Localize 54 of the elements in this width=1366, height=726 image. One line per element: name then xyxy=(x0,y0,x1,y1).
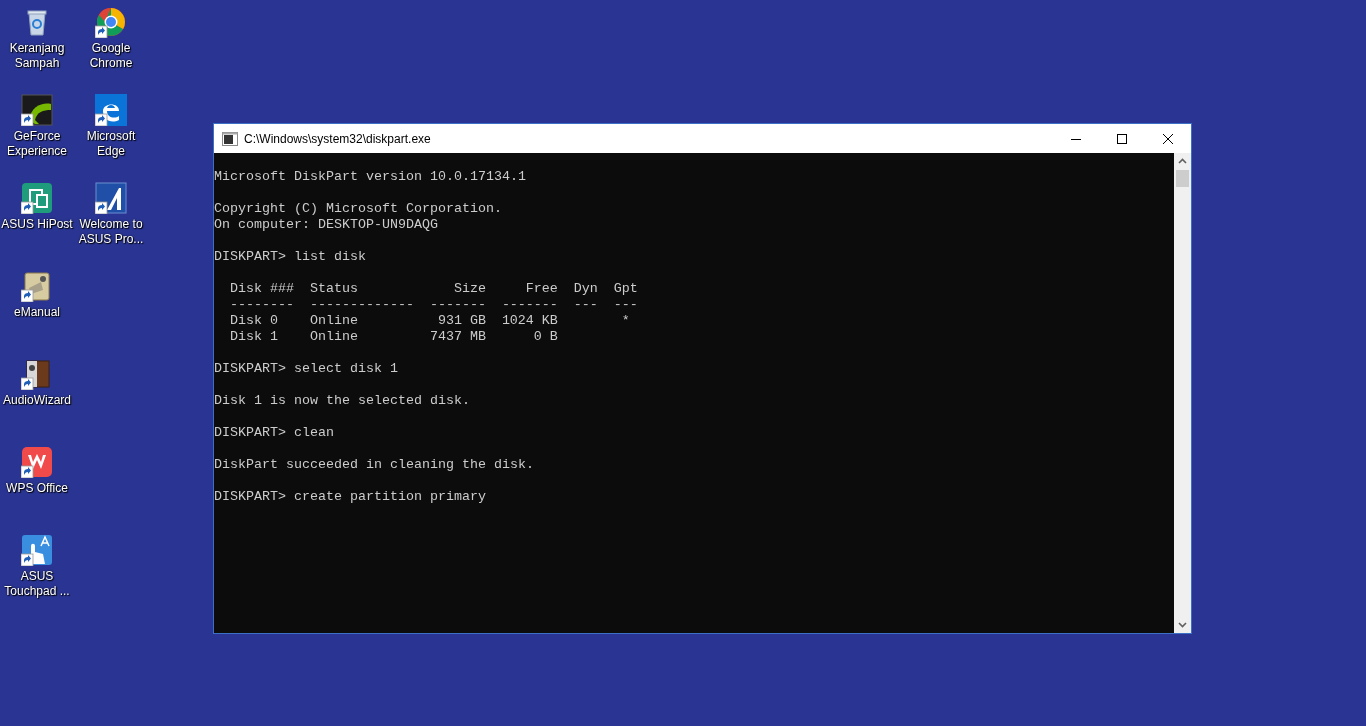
column-header: Gpt xyxy=(613,281,638,297)
header-rule: ------- xyxy=(501,297,558,313)
column-header: Dyn xyxy=(573,281,598,297)
app-icon[interactable] xyxy=(21,182,53,214)
console-line: DISKPART> list disk xyxy=(214,249,366,264)
console-line: DiskPart succeeded in cleaning the disk. xyxy=(214,457,534,472)
console-app-icon xyxy=(222,131,238,146)
table-cell: * xyxy=(621,313,630,328)
header-rule: ------- xyxy=(429,297,486,313)
table-cell: 0 B xyxy=(533,329,558,344)
header-rule: --- xyxy=(613,297,638,313)
app-icon[interactable] xyxy=(21,270,53,302)
icon-label: eManual xyxy=(13,305,61,320)
table-cell: 931 GB xyxy=(437,313,486,328)
icon-label: ASUS Touchpad ... xyxy=(3,569,71,599)
table-cell: Disk 0 xyxy=(230,313,278,328)
icon-label: ASUS HiPost xyxy=(1,217,73,232)
icon-label: AudioWizard xyxy=(2,393,72,408)
table-cell: Online xyxy=(309,329,358,344)
icon-label: Microsoft Edge xyxy=(85,129,137,159)
scrollbar[interactable] xyxy=(1174,153,1191,633)
app-icon[interactable] xyxy=(21,358,53,390)
table-cell: Disk 1 xyxy=(230,329,278,344)
icon-label: GeForce Experience xyxy=(5,129,68,159)
console-line: DISKPART> create partition primary xyxy=(214,489,486,504)
window-title: C:\Windows\system32\diskpart.exe xyxy=(244,131,431,146)
icon-label: WPS Office xyxy=(5,481,69,496)
column-header: Status xyxy=(309,281,359,297)
column-header: Size xyxy=(452,281,486,297)
console-line: Disk 1 is now the selected disk. xyxy=(214,393,470,408)
console-line: DISKPART> select disk 1 xyxy=(214,361,398,376)
console-line: Microsoft DiskPart version 10.0.17134.1 xyxy=(214,169,526,184)
app-icon[interactable] xyxy=(21,446,53,478)
table-cell: 7437 MB xyxy=(429,329,486,344)
maximize-icon xyxy=(1117,133,1127,144)
console-line: On computer: DESKTOP-UN9DAQG xyxy=(214,217,438,232)
column-header: Disk ### xyxy=(230,281,294,297)
app-icon[interactable] xyxy=(21,534,53,566)
header-rule: -------- xyxy=(230,297,294,313)
scroll-thumb[interactable] xyxy=(1176,170,1189,187)
console-line: Copyright (C) Microsoft Corporation. xyxy=(214,201,502,216)
close-icon xyxy=(1163,133,1173,144)
icon-label: Keranjang Sampah xyxy=(8,41,66,71)
console-line: DISKPART> clean xyxy=(214,425,334,440)
column-header: Free xyxy=(524,281,558,297)
icon-label: Google Chrome xyxy=(88,41,134,71)
app-icon[interactable] xyxy=(95,6,127,38)
table-cell: 1024 KB xyxy=(501,313,558,328)
header-rule: --- xyxy=(573,297,598,313)
table-cell: Online xyxy=(309,313,358,328)
icon-label: Welcome to ASUS Pro... xyxy=(77,217,145,247)
app-icon[interactable] xyxy=(21,94,53,126)
header-rule: ------------- xyxy=(309,297,414,313)
app-icon[interactable] xyxy=(95,182,127,214)
